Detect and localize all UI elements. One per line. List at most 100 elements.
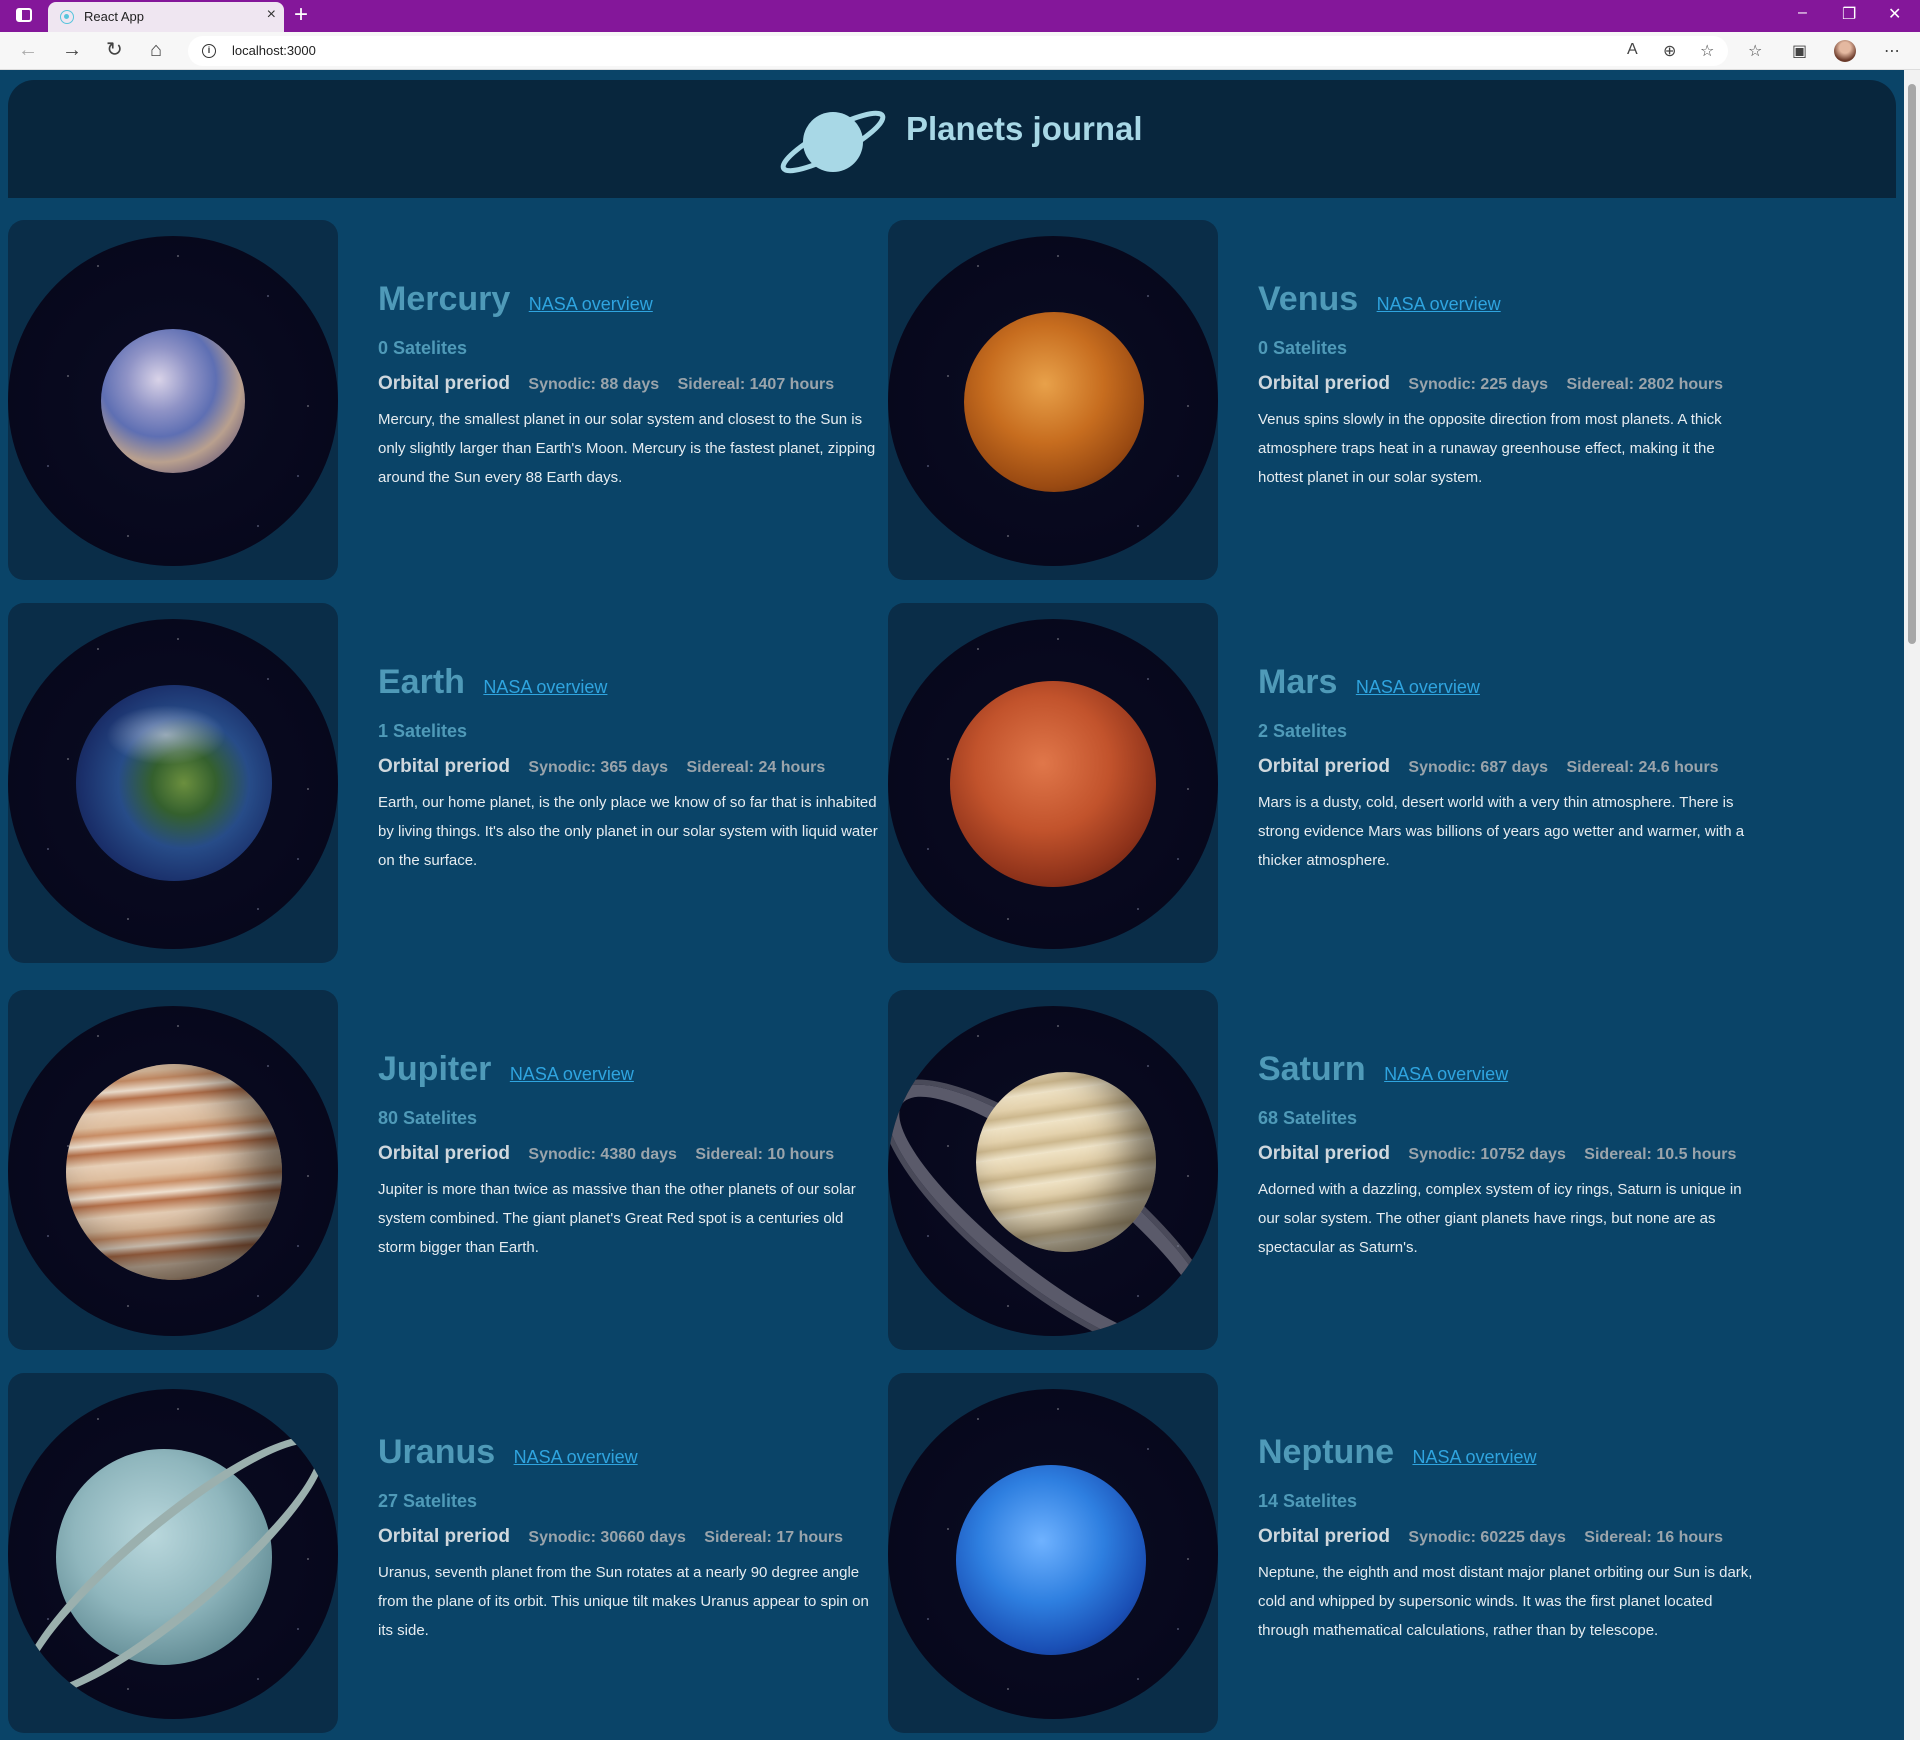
- neptune-image: [956, 1465, 1146, 1655]
- sidereal-period: Sidereal: 10.5 hours: [1584, 1146, 1737, 1163]
- satellite-count: 1 Satelites: [378, 721, 468, 741]
- space-background: [888, 619, 1218, 949]
- mars-image: [950, 681, 1156, 887]
- saturn-logo-icon: [780, 110, 886, 174]
- satellite-count: 68 Satelites: [1258, 1108, 1358, 1128]
- planet-info: Venus NASA overview 0 Satelites Orbital …: [1258, 280, 1758, 492]
- planet-info: Mercury NASA overview 0 Satelites Orbita…: [378, 280, 878, 492]
- planet-info: Neptune NASA overview 14 Satelites Orbit…: [1258, 1433, 1758, 1645]
- planet-card-saturn: Saturn NASA overview 68 Satelites Orbita…: [888, 990, 1758, 1350]
- planet-description: Mars is a dusty, cold, desert world with…: [1258, 794, 1745, 869]
- satellite-count: 2 Satelites: [1258, 721, 1348, 741]
- satellite-count: 0 Satelites: [378, 338, 468, 358]
- planet-image-frame: [888, 1373, 1218, 1733]
- nasa-overview-link[interactable]: NASA overview: [483, 677, 607, 698]
- satellite-count: 0 Satelites: [1258, 338, 1348, 358]
- address-bar[interactable]: i localhost:3000: [188, 36, 1728, 66]
- earth-image: [76, 685, 272, 881]
- planet-description: Adorned with a dazzling, complex system …: [1258, 1181, 1742, 1256]
- zoom-icon[interactable]: ⊕: [1663, 41, 1676, 61]
- url-text[interactable]: localhost:3000: [232, 43, 316, 58]
- orbital-period-label: Orbital preriod: [378, 756, 510, 777]
- planet-description: Earth, our home planet, is the only plac…: [378, 794, 878, 869]
- planet-card-jupiter: Jupiter NASA overview 80 Satelites Orbit…: [8, 990, 878, 1350]
- site-header: Planets journal: [8, 80, 1896, 198]
- planet-image-frame: [888, 990, 1218, 1350]
- nasa-overview-link[interactable]: NASA overview: [1377, 294, 1501, 315]
- nasa-overview-link[interactable]: NASA overview: [514, 1447, 638, 1468]
- planet-name: Mars: [1258, 663, 1338, 701]
- site-info-icon[interactable]: i: [202, 44, 216, 58]
- planet-card-mercury: Mercury NASA overview 0 Satelites Orbita…: [8, 220, 878, 580]
- planet-image-frame: [8, 220, 338, 580]
- page-scrollbar[interactable]: [1904, 70, 1920, 1740]
- scrollbar-thumb[interactable]: [1908, 84, 1916, 644]
- home-icon[interactable]: ⌂: [150, 38, 162, 62]
- planet-name: Earth: [378, 663, 465, 701]
- nasa-overview-link[interactable]: NASA overview: [1356, 677, 1480, 698]
- new-tab-icon[interactable]: +: [294, 2, 308, 28]
- browser-tab[interactable]: React App ×: [48, 2, 284, 32]
- venus-image: [964, 312, 1144, 492]
- synodic-period: Synodic: 687 days: [1408, 759, 1549, 776]
- restore-icon[interactable]: ❐: [1842, 4, 1856, 24]
- nasa-overview-link[interactable]: NASA overview: [529, 294, 653, 315]
- orbital-period-label: Orbital preriod: [1258, 756, 1390, 777]
- close-tab-icon[interactable]: ×: [267, 6, 276, 24]
- favorites-icon[interactable]: ☆: [1748, 41, 1762, 61]
- forward-icon[interactable]: →: [62, 38, 82, 62]
- orbital-period-label: Orbital preriod: [378, 1526, 510, 1547]
- orbital-period-label: Orbital preriod: [1258, 373, 1390, 394]
- space-background: [888, 236, 1218, 566]
- space-background: [888, 1006, 1218, 1336]
- planet-name: Uranus: [378, 1433, 496, 1471]
- planet-description: Mercury, the smallest planet in our sola…: [378, 411, 876, 486]
- synodic-period: Synodic: 88 days: [528, 376, 660, 393]
- refresh-icon[interactable]: ↻: [106, 38, 123, 62]
- collections-icon[interactable]: ▣: [1792, 41, 1807, 61]
- minimize-icon[interactable]: –: [1798, 4, 1807, 22]
- space-background: [8, 1006, 338, 1336]
- jupiter-image: [66, 1064, 282, 1280]
- satellite-count: 27 Satelites: [378, 1491, 478, 1511]
- browser-titlebar: React App × + – ❐ ✕: [0, 0, 1920, 32]
- orbital-period-label: Orbital preriod: [378, 373, 510, 394]
- orbital-period-label: Orbital preriod: [1258, 1526, 1390, 1547]
- satellite-count: 80 Satelites: [378, 1108, 478, 1128]
- sidereal-period: Sidereal: 16 hours: [1584, 1529, 1724, 1546]
- close-window-icon[interactable]: ✕: [1888, 4, 1901, 24]
- planet-info: Jupiter NASA overview 80 Satelites Orbit…: [378, 1050, 878, 1262]
- back-icon[interactable]: ←: [18, 38, 38, 62]
- mercury-image: [101, 329, 245, 473]
- planet-description: Venus spins slowly in the opposite direc…: [1258, 411, 1722, 486]
- planet-card-venus: Venus NASA overview 0 Satelites Orbital …: [888, 220, 1758, 580]
- planet-image-frame: [888, 603, 1218, 963]
- planet-info: Mars NASA overview 2 Satelites Orbital p…: [1258, 663, 1758, 875]
- nasa-overview-link[interactable]: NASA overview: [510, 1064, 634, 1085]
- react-favicon-icon: [60, 10, 74, 24]
- synodic-period: Synodic: 30660 days: [528, 1529, 686, 1546]
- planet-info: Earth NASA overview 1 Satelites Orbital …: [378, 663, 878, 875]
- space-background: [8, 619, 338, 949]
- read-aloud-icon[interactable]: A: [1627, 41, 1638, 59]
- nasa-overview-link[interactable]: NASA overview: [1384, 1064, 1508, 1085]
- saturn-image: [976, 1072, 1156, 1252]
- space-background: [8, 236, 338, 566]
- planet-name: Venus: [1258, 280, 1359, 318]
- planet-name: Jupiter: [378, 1050, 492, 1088]
- synodic-period: Synodic: 10752 days: [1408, 1146, 1566, 1163]
- planet-card-mars: Mars NASA overview 2 Satelites Orbital p…: [888, 603, 1758, 963]
- tab-title: React App: [84, 9, 144, 24]
- sidereal-period: Sidereal: 24.6 hours: [1566, 759, 1719, 776]
- satellite-count: 14 Satelites: [1258, 1491, 1358, 1511]
- profile-avatar[interactable]: [1834, 40, 1856, 62]
- sidereal-period: Sidereal: 24 hours: [686, 759, 826, 776]
- more-menu-icon[interactable]: ⋯: [1884, 41, 1900, 61]
- synodic-period: Synodic: 60225 days: [1408, 1529, 1566, 1546]
- add-favorite-icon[interactable]: ☆: [1700, 41, 1714, 61]
- orbital-period-label: Orbital preriod: [378, 1143, 510, 1164]
- nasa-overview-link[interactable]: NASA overview: [1412, 1447, 1536, 1468]
- planet-name: Neptune: [1258, 1433, 1394, 1471]
- sidereal-period: Sidereal: 1407 hours: [677, 376, 835, 393]
- tab-actions-icon[interactable]: [16, 8, 32, 22]
